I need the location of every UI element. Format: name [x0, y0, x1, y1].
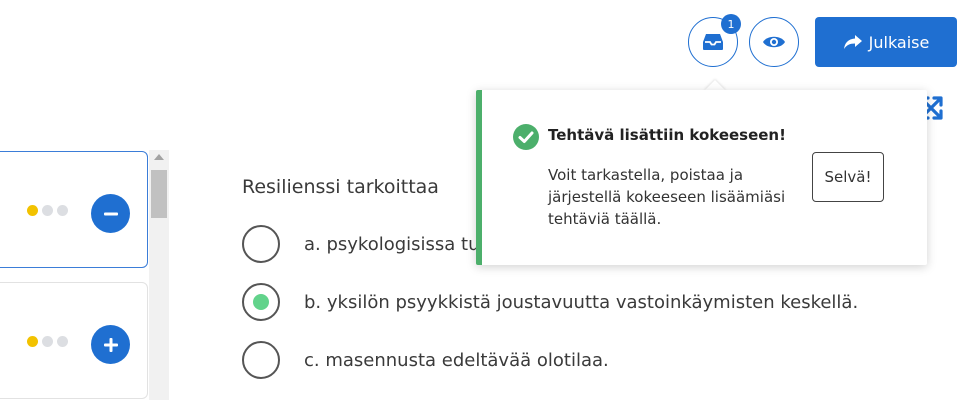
eye-icon: [763, 36, 785, 48]
publish-label: Julkaise: [868, 32, 930, 52]
task-card[interactable]: [0, 282, 148, 399]
difficulty-dot: [27, 336, 38, 347]
radio-button[interactable]: [242, 225, 280, 263]
answer-option-a[interactable]: a. psykologisissa tu: [242, 224, 480, 264]
minus-icon: [103, 212, 118, 215]
radio-button-selected[interactable]: [242, 283, 280, 321]
answer-option-c[interactable]: c. masennusta edeltävää olotilaa.: [242, 340, 609, 380]
inbox-count-badge: 1: [721, 14, 741, 34]
difficulty-dot: [27, 205, 38, 216]
difficulty-indicator: [27, 336, 68, 347]
task-list-scrollbar[interactable]: [149, 150, 169, 400]
inbox-tray-icon: [703, 34, 723, 50]
task-added-popover: Tehtävä lisättiin kokeeseen! Voit tarkas…: [476, 90, 927, 265]
answer-option-label: c. masennusta edeltävää olotilaa.: [304, 349, 609, 371]
scrollbar-thumb[interactable]: [151, 170, 167, 218]
remove-task-button[interactable]: [91, 194, 130, 233]
dismiss-button[interactable]: Selvä!: [812, 152, 884, 202]
question-prompt: Resilienssi tarkoittaa: [242, 176, 439, 198]
popover-title: Tehtävä lisättiin kokeeseen!: [548, 126, 786, 144]
answer-option-b[interactable]: b. yksilön psyykkistä joustavuutta vasto…: [242, 282, 858, 322]
publish-button[interactable]: Julkaise: [815, 17, 957, 67]
check-circle-icon: [513, 124, 539, 150]
radio-button[interactable]: [242, 341, 280, 379]
difficulty-dot: [57, 205, 68, 216]
exam-inbox-button[interactable]: 1: [688, 14, 741, 67]
answer-option-label: b. yksilön psyykkistä joustavuutta vasto…: [304, 291, 859, 313]
difficulty-dot: [57, 336, 68, 347]
preview-button[interactable]: [749, 17, 799, 67]
radio-selected-dot: [253, 294, 269, 310]
difficulty-dot: [42, 336, 53, 347]
difficulty-dot: [42, 205, 53, 216]
share-arrow-icon: [843, 35, 862, 49]
popover-message: Voit tarkastella, poistaa ja järjestellä…: [548, 166, 786, 228]
difficulty-indicator: [27, 205, 68, 216]
task-card[interactable]: [0, 151, 148, 268]
task-list-panel: [0, 150, 170, 400]
scroll-up-arrow-icon[interactable]: [154, 154, 164, 160]
answer-option-label: a. psykologisissa tu: [304, 233, 480, 255]
add-task-button[interactable]: [91, 325, 130, 364]
plus-icon: [103, 337, 118, 352]
